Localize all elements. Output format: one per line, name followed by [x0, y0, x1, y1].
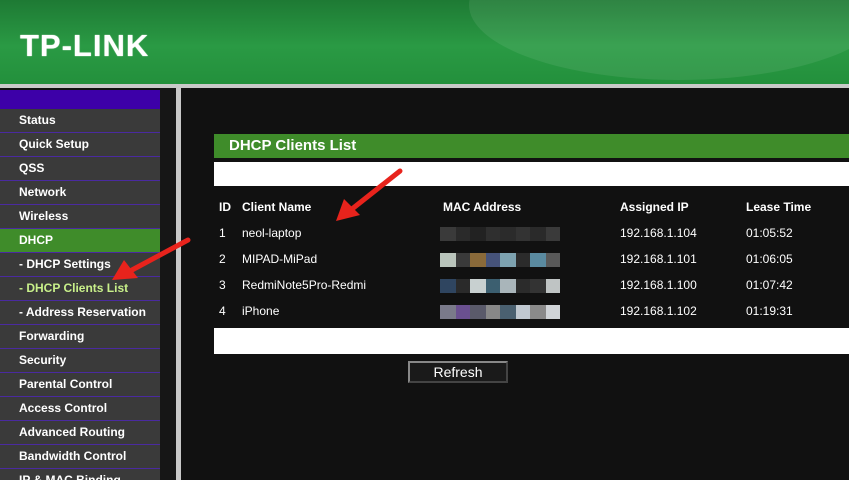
brand-logo: TP-LINK — [20, 28, 150, 63]
mac-redaction-block — [486, 253, 500, 267]
mac-redaction-block — [440, 227, 456, 241]
cell-client-name: neol-laptop — [242, 226, 302, 240]
mac-redaction-block — [470, 279, 486, 293]
mac-redaction-block — [530, 227, 546, 241]
sidebar-item[interactable]: Status — [0, 109, 160, 133]
mac-redaction-block — [546, 253, 560, 267]
mac-redaction-block — [456, 253, 470, 267]
mac-redaction-block — [516, 253, 530, 267]
cell-lease-time: 01:05:52 — [746, 226, 793, 240]
cell-mac-address-redacted — [440, 279, 560, 293]
sidebar-item[interactable]: - Address Reservation — [0, 301, 160, 325]
table-top-bar — [214, 162, 849, 186]
annotation-arrow-icon — [112, 237, 191, 280]
sidebar-item[interactable]: Security — [0, 349, 160, 373]
cell-client-name: RedmiNote5Pro-Redmi — [242, 278, 367, 292]
mac-redaction-block — [456, 227, 470, 241]
mac-redaction-block — [470, 227, 486, 241]
header-client-name: Client Name — [242, 200, 312, 214]
mac-redaction-block — [470, 253, 486, 267]
cell-assigned-ip: 192.168.1.100 — [620, 278, 697, 292]
mac-redaction-block — [486, 305, 500, 319]
cell-id: 2 — [219, 252, 226, 266]
mac-redaction-block — [500, 253, 516, 267]
mac-redaction-block — [456, 305, 470, 319]
mac-redaction-block — [486, 279, 500, 293]
cell-lease-time: 01:06:05 — [746, 252, 793, 266]
sidebar-item[interactable]: IP & MAC Binding — [0, 469, 160, 480]
sidebar-item[interactable]: Access Control — [0, 397, 160, 421]
mac-redaction-block — [440, 279, 456, 293]
cell-lease-time: 01:07:42 — [746, 278, 793, 292]
cell-assigned-ip: 192.168.1.104 — [620, 226, 697, 240]
sidebar-item[interactable]: Wireless — [0, 205, 160, 229]
table-bottom-bar — [214, 328, 849, 354]
mac-redaction-block — [500, 227, 516, 241]
annotation-arrow-icon — [336, 168, 403, 221]
mac-redaction-block — [516, 305, 530, 319]
mac-redaction-block — [546, 279, 560, 293]
sidebar-item[interactable]: Bandwidth Control — [0, 445, 160, 469]
mac-redaction-block — [530, 279, 546, 293]
mac-redaction-block — [486, 227, 500, 241]
page-title: DHCP Clients List — [214, 134, 849, 158]
mac-redaction-block — [516, 227, 530, 241]
sidebar-item[interactable]: Quick Setup — [0, 133, 160, 157]
cell-id: 1 — [219, 226, 226, 240]
cell-assigned-ip: 192.168.1.102 — [620, 304, 697, 318]
sidebar-top-bar — [0, 90, 160, 110]
cell-id: 3 — [219, 278, 226, 292]
mac-redaction-block — [500, 305, 516, 319]
mac-redaction-block — [440, 253, 456, 267]
sidebar-item[interactable]: Parental Control — [0, 373, 160, 397]
cell-client-name: iPhone — [242, 304, 280, 318]
cell-mac-address-redacted — [440, 227, 560, 241]
refresh-button[interactable]: Refresh — [408, 361, 508, 383]
mac-redaction-block — [530, 305, 546, 319]
sidebar-item[interactable]: QSS — [0, 157, 160, 181]
mac-redaction-block — [530, 253, 546, 267]
sidebar-item[interactable]: Network — [0, 181, 160, 205]
sidebar-item[interactable]: Forwarding — [0, 325, 160, 349]
cell-lease-time: 01:19:31 — [746, 304, 793, 318]
header-assigned-ip: Assigned IP — [620, 200, 689, 214]
mac-redaction-block — [516, 279, 530, 293]
cell-mac-address-redacted — [440, 305, 560, 319]
header-mac-address: MAC Address — [443, 200, 522, 214]
mac-redaction-block — [470, 305, 486, 319]
mac-redaction-block — [500, 279, 516, 293]
mac-redaction-block — [546, 227, 560, 241]
cell-client-name: MIPAD-MiPad — [242, 252, 318, 266]
sidebar-menu: Status Quick Setup QSS Network Wireless DHCP -… — [0, 109, 160, 480]
mac-redaction-block — [546, 305, 560, 319]
header-swoosh — [469, 0, 849, 80]
cell-mac-address-redacted — [440, 253, 560, 267]
header-id: ID — [219, 200, 231, 214]
cell-id: 4 — [219, 304, 226, 318]
cell-assigned-ip: 192.168.1.101 — [620, 252, 697, 266]
header-banner: TP-LINK — [0, 0, 849, 84]
router-admin-page: TP-LINK Status Quick Setup QSS Network Wirel… — [0, 0, 849, 480]
mac-redaction-block — [456, 279, 470, 293]
header-lease-time: Lease Time — [746, 200, 812, 214]
mac-redaction-block — [440, 305, 456, 319]
sidebar-scrollbar[interactable] — [160, 88, 176, 480]
sidebar-item[interactable]: Advanced Routing — [0, 421, 160, 445]
